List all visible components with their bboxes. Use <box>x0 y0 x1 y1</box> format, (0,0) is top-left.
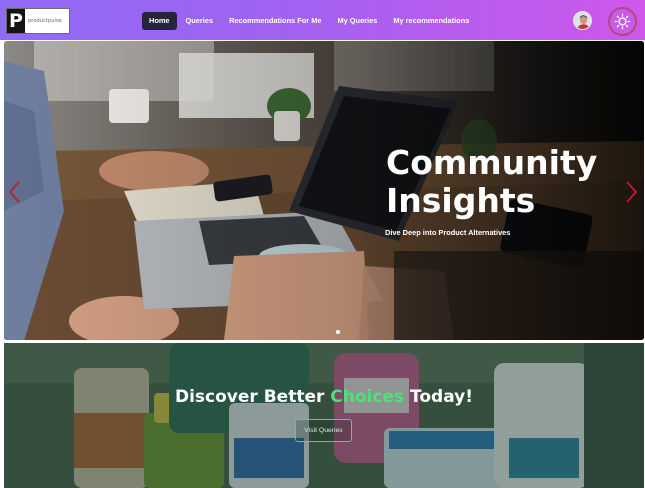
carousel-dot[interactable] <box>336 330 340 334</box>
nav-links: Home Queries Recommendations For Me My Q… <box>142 12 478 30</box>
carousel-next-button[interactable] <box>624 180 638 204</box>
promo-heading-accent: Choices <box>330 387 405 407</box>
nav-link-recommendations-for-me[interactable]: Recommendations For Me <box>222 12 328 30</box>
promo-heading: Discover Better Choices Today! <box>4 387 644 407</box>
user-avatar[interactable] <box>573 11 592 30</box>
theme-toggle-button[interactable] <box>608 7 637 36</box>
chevron-left-icon <box>8 181 20 203</box>
hero-subtitle: Dive Deep into Product Alternatives <box>385 228 511 237</box>
promo-background-image <box>4 343 644 488</box>
promo-heading-start: Discover Better <box>174 387 331 407</box>
logo-mark: P <box>7 9 25 33</box>
nav-link-my-recommendations[interactable]: My recommendations <box>386 12 476 30</box>
carousel-indicators <box>334 330 342 334</box>
navbar: P productpulse Home Queries Recommendati… <box>0 0 645 40</box>
promo-heading-end: Today! <box>404 387 473 407</box>
hero-carousel: Community Insights Dive Deep into Produc… <box>4 41 644 340</box>
visit-queries-button[interactable]: Visit Queries <box>295 419 352 442</box>
sun-icon <box>614 13 631 30</box>
promo-banner: Discover Better Choices Today! Visit Que… <box>4 343 644 488</box>
chevron-right-icon <box>626 181 638 203</box>
logo-text: productpulse <box>28 18 62 24</box>
carousel-prev-button[interactable] <box>8 180 22 204</box>
site-logo[interactable]: P productpulse <box>6 8 70 34</box>
nav-link-queries[interactable]: Queries <box>179 12 221 30</box>
nav-link-home[interactable]: Home <box>142 12 177 30</box>
hero-title: Community Insights <box>386 143 598 220</box>
avatar-icon <box>574 12 591 29</box>
nav-link-my-queries[interactable]: My Queries <box>330 12 384 30</box>
